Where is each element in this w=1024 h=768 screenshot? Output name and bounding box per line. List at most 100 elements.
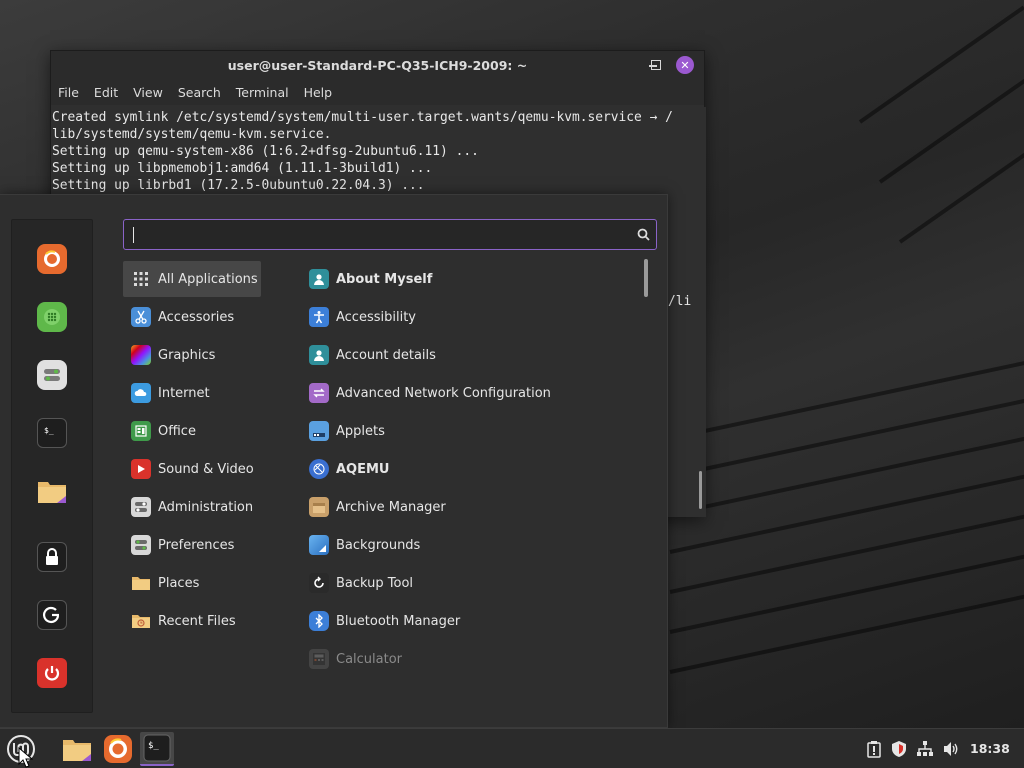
aqemu-icon (309, 459, 329, 479)
tray-network[interactable] (916, 740, 934, 758)
app-about-myself[interactable]: About Myself (302, 261, 632, 297)
menu-search[interactable]: Search (178, 85, 221, 100)
favorite-files[interactable] (37, 476, 67, 506)
account-icon (309, 345, 329, 365)
scrollbar-thumb[interactable] (699, 471, 702, 509)
category-accessories[interactable]: Accessories (123, 299, 261, 335)
wallpaper-stripe (898, 125, 1024, 244)
files-icon (38, 482, 66, 503)
category-preferences[interactable]: Preferences (123, 527, 261, 563)
toggle-icon (131, 497, 151, 517)
app-calculator[interactable]: Calculator (302, 641, 632, 677)
tray-volume[interactable] (942, 740, 960, 758)
category-label: Preferences (158, 537, 235, 553)
app-label: Calculator (336, 651, 403, 667)
files-icon (63, 740, 91, 761)
favorite-power[interactable] (37, 658, 67, 688)
menu-help[interactable]: Help (304, 85, 333, 100)
clock[interactable]: 18:38 (970, 741, 1010, 756)
menu-edit[interactable]: Edit (94, 85, 118, 100)
terminal-line: Setting up librbd1 (17.2.5-0ubuntu0.22.0… (52, 178, 425, 193)
search-input[interactable] (132, 224, 622, 246)
app-backgrounds[interactable]: Backgrounds (302, 527, 632, 563)
menu-file[interactable]: File (58, 85, 79, 100)
favorite-settings[interactable] (37, 360, 67, 390)
app-backup-tool[interactable]: Backup Tool (302, 565, 632, 601)
search-icon (637, 228, 650, 241)
category-office[interactable]: Office (123, 413, 261, 449)
app-label: About Myself (336, 271, 433, 287)
menu-view[interactable]: View (133, 85, 163, 100)
terminal-titlebar[interactable]: user@user-Standard-PC-Q35-ICH9-2009: ~ ✕ (51, 51, 704, 79)
user-icon (309, 269, 329, 289)
lock-screen-icon (46, 548, 58, 565)
category-recent-files[interactable]: Recent Files (123, 603, 261, 639)
maximize-button[interactable] (647, 56, 665, 74)
cloud-icon (131, 383, 151, 403)
app-advanced-network-configuration[interactable]: Advanced Network Configuration (302, 375, 632, 411)
window-title: user@user-Standard-PC-Q35-ICH9-2009: ~ (227, 57, 528, 73)
close-button[interactable]: ✕ (676, 56, 694, 74)
app-account-details[interactable]: Account details (302, 337, 632, 373)
apps-scrollbar-thumb[interactable] (644, 259, 648, 297)
wallpaper-stripe (689, 391, 1024, 474)
taskbar-firefox[interactable] (101, 732, 135, 766)
taskbar-terminal[interactable]: $_ (140, 732, 174, 766)
app-aqemu[interactable]: AQEMU (302, 451, 632, 487)
logout-icon (43, 606, 60, 623)
taskbar-files[interactable] (60, 732, 94, 766)
search-box[interactable] (123, 219, 657, 250)
category-label: Graphics (158, 347, 216, 363)
wallpaper-stripe (669, 471, 1024, 554)
app-label: Archive Manager (336, 499, 446, 515)
favorite-software-manager[interactable] (37, 302, 67, 332)
favorite-firefox[interactable] (37, 244, 67, 274)
category-sound-video[interactable]: Sound & Video (123, 451, 261, 487)
favorite-lock-screen[interactable] (37, 542, 67, 572)
play-icon (131, 459, 151, 479)
firefox-icon (104, 735, 132, 763)
tray-shield[interactable] (890, 740, 908, 758)
terminal-icon: $_ (143, 734, 171, 762)
category-label: Internet (158, 385, 210, 401)
wallpaper-stripe (679, 431, 1024, 514)
menu-terminal[interactable]: Terminal (236, 85, 289, 100)
settings-icon (44, 369, 60, 381)
terminal-menubar: File Edit View Search Terminal Help (51, 79, 704, 105)
firefox-icon (44, 250, 60, 267)
backup-icon (309, 573, 329, 593)
app-label: Backgrounds (336, 537, 421, 553)
preferences-icon (131, 535, 151, 555)
folder-icon (131, 573, 151, 593)
category-graphics[interactable]: Graphics (123, 337, 261, 373)
wallpaper-stripe (669, 551, 1024, 634)
bluetooth-icon (309, 611, 329, 631)
app-archive-manager[interactable]: Archive Manager (302, 489, 632, 525)
app-bluetooth-manager[interactable]: Bluetooth Manager (302, 603, 632, 639)
power-icon (44, 666, 60, 681)
app-label: Advanced Network Configuration (336, 385, 551, 401)
wallpaper-stripe (669, 591, 1024, 674)
category-administration[interactable]: Administration (123, 489, 261, 525)
category-internet[interactable]: Internet (123, 375, 261, 411)
backgrounds-icon (309, 535, 329, 555)
text-caret (133, 227, 134, 243)
app-accessibility[interactable]: Accessibility (302, 299, 632, 335)
taskbar: $_ 18:38 (0, 728, 1024, 768)
terminal-line-fragment: /li (668, 294, 692, 309)
terminal-scrollbar[interactable] (696, 107, 706, 517)
favorite-logout[interactable] (37, 600, 67, 630)
favorite-terminal[interactable]: $_ (37, 418, 67, 448)
app-applets[interactable]: Applets (302, 413, 632, 449)
tray-update-notifier[interactable] (865, 740, 883, 758)
graphics-icon (131, 345, 151, 365)
terminal-line: Setting up libpmemobj1:amd64 (1.11.1-3bu… (52, 161, 433, 176)
start-menu: $_ All Applications Accessories Graphics… (0, 194, 668, 728)
network-icon (917, 741, 933, 756)
terminal-line: Setting up qemu-system-x86 (1:6.2+dfsg-2… (52, 144, 479, 159)
category-all-applications[interactable]: All Applications (123, 261, 261, 297)
grid-icon (131, 269, 151, 289)
category-label: Places (158, 575, 200, 591)
svg-text:$_: $_ (148, 741, 159, 751)
category-places[interactable]: Places (123, 565, 261, 601)
